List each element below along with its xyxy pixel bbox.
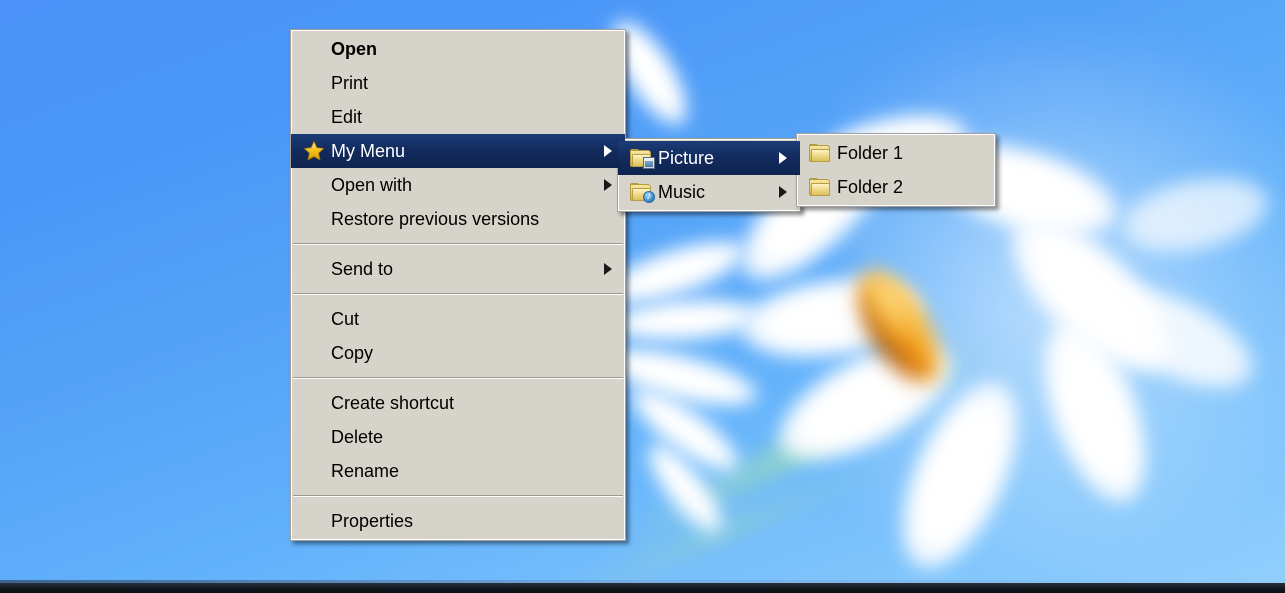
menu-item-label: Open with: [331, 175, 413, 195]
menu-item-label: Send to: [331, 259, 394, 279]
menu-item-icon-slot: [299, 206, 329, 232]
menu-item-my-menu[interactable]: My Menu: [291, 134, 625, 168]
folder-icon: [809, 143, 831, 163]
menu-item-send-to[interactable]: Send to: [291, 252, 625, 286]
picture-submenu[interactable]: Folder 1 Folder 2: [796, 133, 996, 207]
menu-item-label: Print: [331, 73, 369, 93]
menu-item-label: Delete: [331, 427, 384, 447]
menu-separator: [293, 293, 623, 295]
menu-item-restore-previous-versions[interactable]: Restore previous versions: [291, 202, 625, 236]
menu-item-label: Music: [658, 182, 706, 202]
menu-item-label: Folder 2: [837, 177, 904, 197]
menu-item-delete[interactable]: Delete: [291, 420, 625, 454]
menu-item-icon-slot: [299, 138, 329, 164]
menu-item-label: Rename: [331, 461, 400, 481]
menu-separator: [293, 243, 623, 245]
menu-item-icon-slot: [299, 256, 329, 282]
menu-item-label: Folder 1: [837, 143, 904, 163]
menu-item-label: Properties: [331, 511, 414, 531]
menu-item-music[interactable]: Music: [618, 175, 800, 209]
menu-item-copy[interactable]: Copy: [291, 336, 625, 370]
submenu-arrow-icon: [601, 145, 615, 157]
menu-item-print[interactable]: Print: [291, 66, 625, 100]
menu-item-open-with[interactable]: Open with: [291, 168, 625, 202]
menu-item-picture[interactable]: Picture: [618, 141, 800, 175]
desktop-wallpaper: [0, 0, 1285, 593]
menu-item-icon-slot: [299, 508, 329, 534]
menu-item-icon-slot: [299, 70, 329, 96]
submenu-arrow-icon: [776, 186, 790, 198]
menu-item-label: Create shortcut: [331, 393, 455, 413]
menu-item-label: Restore previous versions: [331, 209, 540, 229]
menu-item-icon-slot: [805, 140, 835, 166]
menu-item-icon-slot: [299, 340, 329, 366]
picture-folder-icon: [630, 148, 655, 169]
menu-item-icon-slot: [299, 104, 329, 130]
menu-item-icon-slot: [299, 306, 329, 332]
menu-item-label: Cut: [331, 309, 360, 329]
menu-item-icon-slot: [626, 179, 656, 205]
menu-separator: [293, 377, 623, 379]
desktop: Open Print Edit My Menu Open with Restore pre…: [0, 0, 1285, 593]
menu-item-label: Picture: [658, 148, 715, 168]
menu-item-cut[interactable]: Cut: [291, 302, 625, 336]
submenu-arrow-icon: [776, 152, 790, 164]
submenu-arrow-icon: [601, 179, 615, 191]
star-icon: [303, 140, 325, 162]
menu-item-properties[interactable]: Properties: [291, 504, 625, 538]
submenu-arrow-icon: [601, 263, 615, 275]
menu-item-icon-slot: [626, 145, 656, 171]
taskbar: [0, 583, 1285, 593]
menu-item-create-shortcut[interactable]: Create shortcut: [291, 386, 625, 420]
file-context-menu[interactable]: Open Print Edit My Menu Open with Restore pre…: [290, 29, 626, 541]
menu-item-label: Copy: [331, 343, 374, 363]
folder-icon: [809, 177, 831, 197]
menu-item-label: Open: [331, 39, 378, 59]
music-folder-icon: [630, 182, 655, 203]
menu-item-folder-1[interactable]: Folder 1: [797, 136, 995, 170]
menu-item-label: Edit: [331, 107, 363, 127]
menu-item-icon-slot: [805, 174, 835, 200]
menu-item-folder-2[interactable]: Folder 2: [797, 170, 995, 204]
menu-item-icon-slot: [299, 390, 329, 416]
menu-item-icon-slot: [299, 424, 329, 450]
my-menu-submenu[interactable]: Picture Music: [617, 138, 801, 212]
menu-item-rename[interactable]: Rename: [291, 454, 625, 488]
menu-separator: [293, 495, 623, 497]
menu-item-icon-slot: [299, 458, 329, 484]
menu-item-icon-slot: [299, 172, 329, 198]
menu-item-icon-slot: [299, 36, 329, 62]
menu-item-label: My Menu: [331, 141, 406, 161]
menu-item-edit[interactable]: Edit: [291, 100, 625, 134]
menu-item-open[interactable]: Open: [291, 32, 625, 66]
